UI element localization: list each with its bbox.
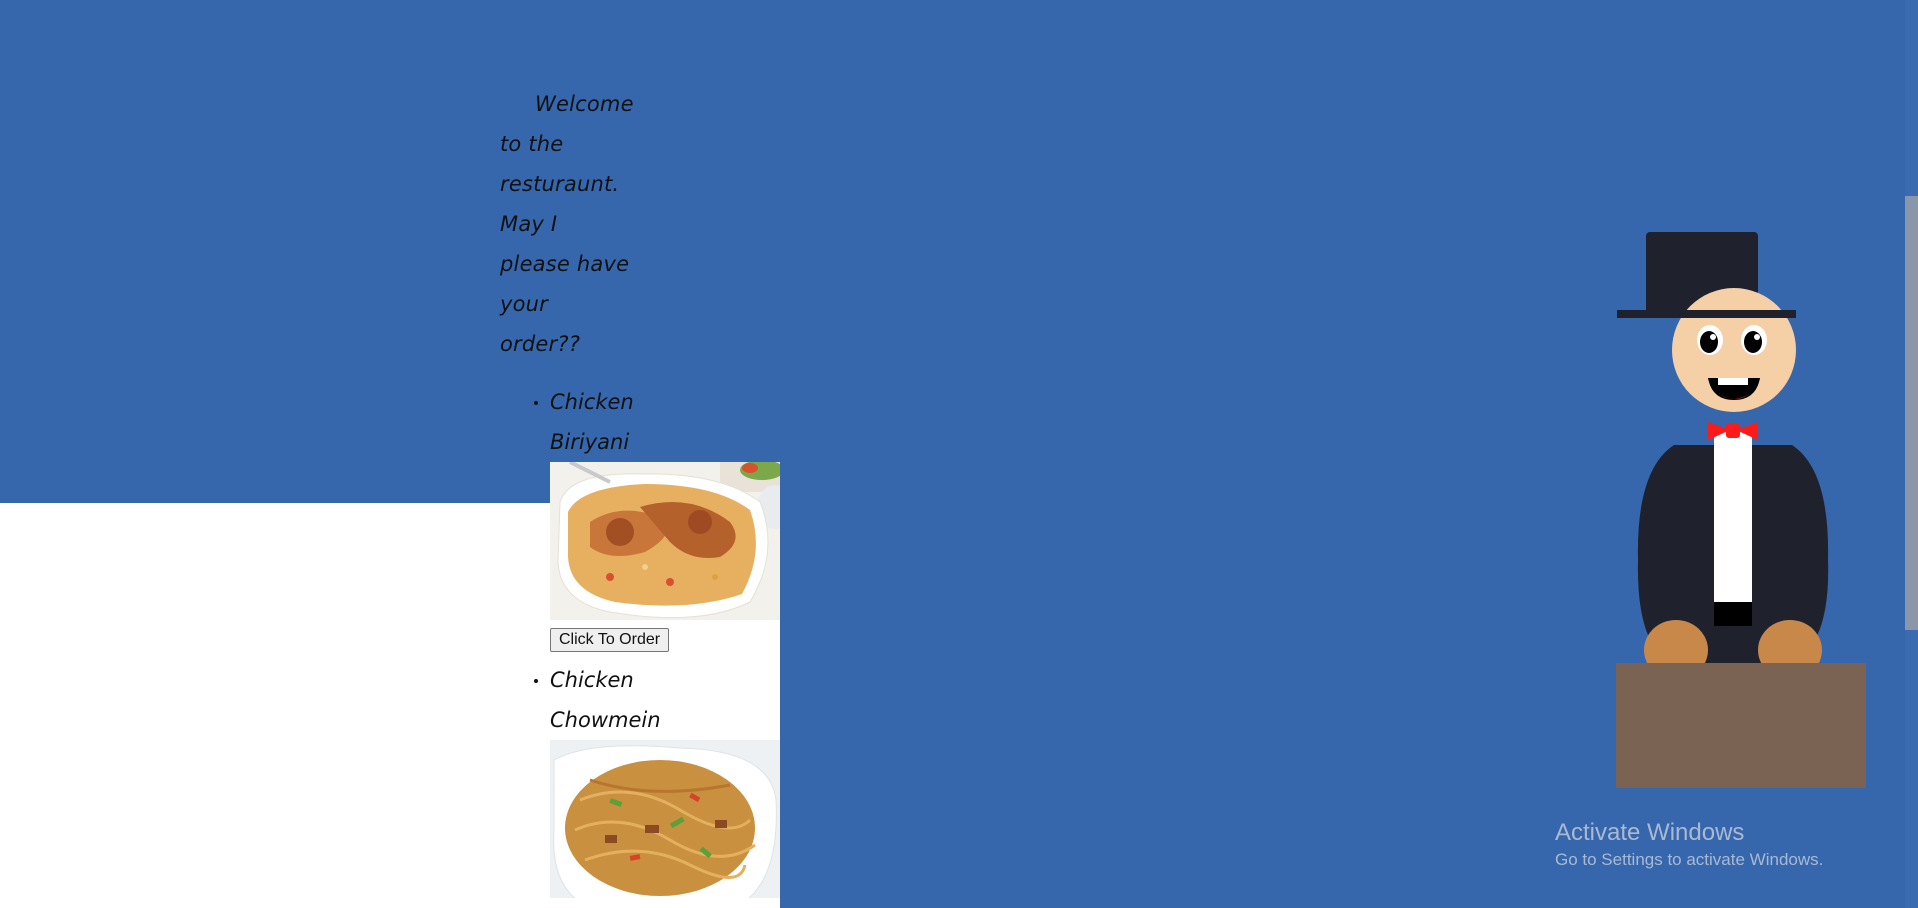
menu-item-biriyani: Chicken Biriyani Click To Order: [530, 382, 780, 652]
watermark-subtitle: Go to Settings to activate Windows.: [1555, 850, 1824, 869]
welcome-message: Welcome to the resturaunt. May I please …: [500, 92, 634, 356]
chowmein-image: [550, 740, 780, 898]
menu-item-chowmein: Chicken Chowmein: [530, 660, 780, 898]
menu-item-name: Chicken Biriyani: [550, 390, 634, 454]
bowtie-icon: [1726, 423, 1740, 438]
scrollbar-thumb[interactable]: [1905, 196, 1918, 630]
waiter-illustration: [1616, 230, 1871, 790]
menu-list: Chicken Biriyani Click To Order Chicken …: [530, 382, 780, 898]
order-button[interactable]: Click To Order: [550, 628, 670, 652]
bullet-icon: [534, 401, 538, 405]
menu-item-name: Chicken Chowmein: [550, 668, 661, 732]
watermark-title: Activate Windows: [1555, 819, 1745, 846]
podium-icon: [1616, 663, 1866, 788]
bullet-icon: [534, 679, 538, 683]
page-viewport: Welcome to the resturaunt. May I please …: [0, 0, 1918, 908]
biriyani-image: [550, 462, 780, 620]
activate-windows-watermark: Activate Windows Go to Settings to activ…: [1555, 818, 1823, 872]
